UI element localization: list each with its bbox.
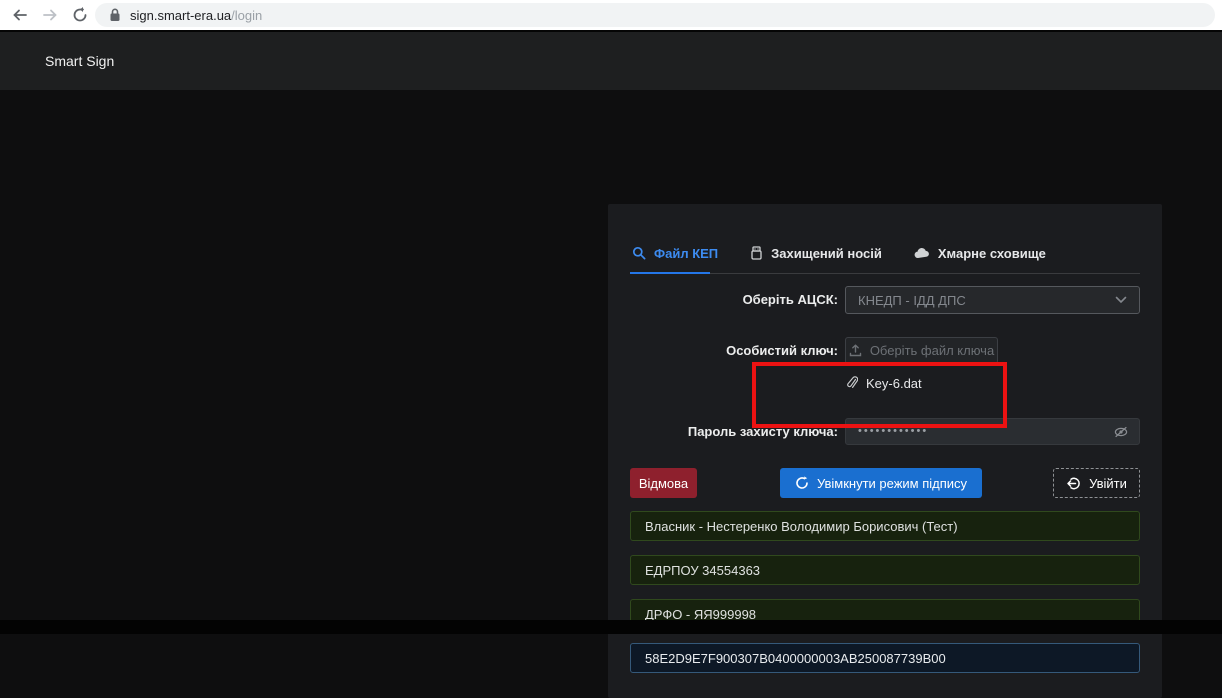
lock-icon[interactable] bbox=[109, 8, 121, 22]
browser-toolbar: sign.smart-era.ua/login bbox=[0, 0, 1222, 30]
address-bar[interactable]: sign.smart-era.ua/login bbox=[95, 3, 1215, 27]
cert-serial-row: 58E2D9E7F900307B0400000003AB250087739B00 bbox=[630, 643, 1140, 673]
login-button[interactable]: Увійти bbox=[1053, 468, 1140, 498]
tab-bar: Файл КЕП Захищений носій Хмарне сховище bbox=[608, 234, 1162, 272]
acsk-label: Оберіть АЦСК: bbox=[608, 286, 838, 314]
app-title: Smart Sign bbox=[45, 32, 114, 90]
page-background: Файл КЕП Захищений носій Хмарне сховище … bbox=[0, 90, 1222, 620]
acsk-selected-value: КНЕДП - ІДД ДПС bbox=[858, 293, 1115, 308]
password-masked-value: •••••••••••• bbox=[858, 426, 1113, 437]
tab-label: Захищений носій bbox=[771, 246, 882, 261]
decline-button-label: Відмова bbox=[639, 476, 688, 491]
browser-reload-button[interactable] bbox=[68, 3, 92, 27]
url-host: sign.smart-era.ua bbox=[130, 8, 231, 23]
url-text: sign.smart-era.ua/login bbox=[130, 8, 262, 23]
paperclip-icon bbox=[846, 376, 858, 390]
active-tab-underline bbox=[630, 272, 710, 274]
app-header: Smart Sign bbox=[0, 32, 1222, 90]
enable-sign-mode-label: Увімкнути режим підпису bbox=[817, 476, 967, 491]
browser-forward-button[interactable] bbox=[38, 3, 62, 27]
tab-label: Хмарне сховище bbox=[938, 246, 1046, 261]
usb-drive-icon bbox=[750, 246, 763, 260]
cert-owner-row: Власник - Нестеренко Володимир Борисович… bbox=[630, 511, 1140, 541]
upload-icon bbox=[849, 344, 862, 357]
eye-slash-icon[interactable] bbox=[1113, 425, 1129, 439]
cloud-icon bbox=[914, 247, 930, 259]
search-icon bbox=[632, 246, 646, 260]
chevron-down-icon bbox=[1115, 296, 1127, 304]
key-file-name: Key-6.dat bbox=[866, 376, 922, 391]
url-path: /login bbox=[231, 8, 262, 23]
cert-serial-text: 58E2D9E7F900307B0400000003AB250087739B00 bbox=[645, 651, 946, 666]
tab-label: Файл КЕП bbox=[654, 246, 718, 261]
tab-file-kep[interactable]: Файл КЕП bbox=[632, 246, 718, 261]
key-label: Особистий ключ: bbox=[608, 337, 838, 364]
button-row: Відмова Увімкнути режим підпису Увійти bbox=[608, 468, 1162, 498]
choose-key-file-button[interactable]: Оберіть файл ключа bbox=[845, 337, 998, 364]
bottom-strip bbox=[0, 620, 1222, 634]
sign-in-icon bbox=[1066, 476, 1081, 491]
back-arrow-icon bbox=[12, 7, 28, 23]
tab-secure-token[interactable]: Захищений носій bbox=[750, 246, 882, 261]
cert-owner-text: Власник - Нестеренко Володимир Борисович… bbox=[645, 519, 958, 534]
choose-key-file-label: Оберіть файл ключа bbox=[870, 343, 994, 358]
forward-arrow-icon bbox=[42, 7, 58, 23]
login-button-label: Увійти bbox=[1089, 476, 1127, 491]
decline-button[interactable]: Відмова bbox=[630, 468, 697, 498]
password-label: Пароль захисту ключа: bbox=[608, 418, 838, 445]
reload-icon bbox=[72, 7, 88, 23]
enable-sign-mode-button[interactable]: Увімкнути режим підпису bbox=[780, 468, 982, 498]
cert-edrpou-text: ЕДРПОУ 34554363 bbox=[645, 563, 760, 578]
password-input[interactable]: •••••••••••• bbox=[845, 418, 1140, 445]
attached-file-row: Key-6.dat bbox=[846, 374, 922, 392]
tab-cloud-storage[interactable]: Хмарне сховище bbox=[914, 246, 1046, 261]
cert-edrpou-row: ЕДРПОУ 34554363 bbox=[630, 555, 1140, 585]
acsk-select[interactable]: КНЕДП - ІДД ДПС bbox=[845, 286, 1140, 314]
sync-icon bbox=[795, 476, 809, 490]
browser-back-button[interactable] bbox=[8, 3, 32, 27]
